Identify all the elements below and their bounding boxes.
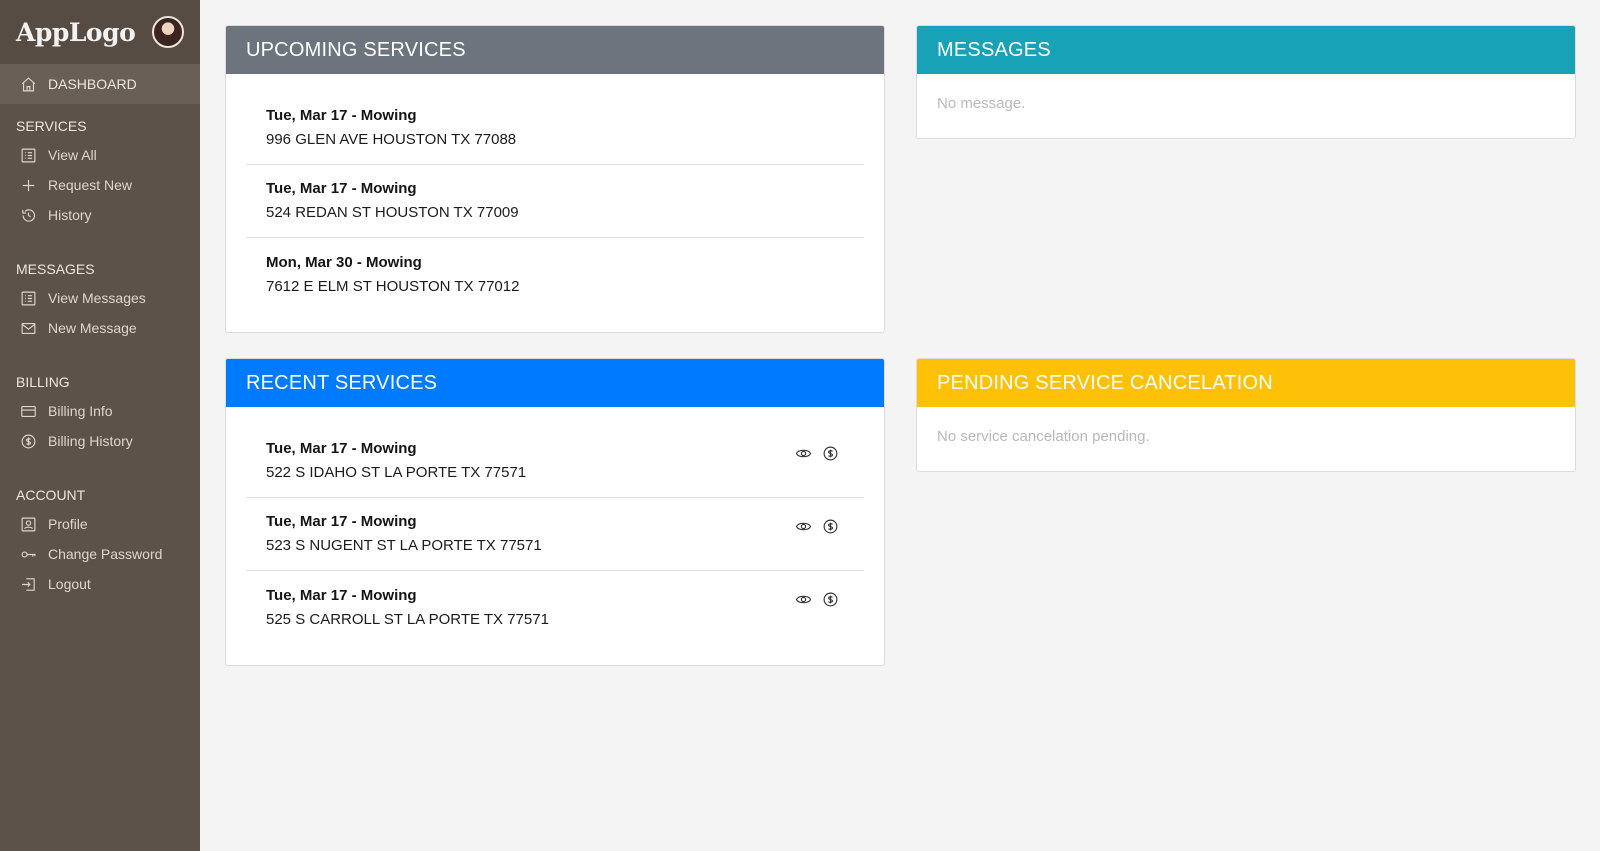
sidebar-item-dashboard[interactable]: DASHBOARD [0,64,200,104]
sidebar-brand: AppLogo [0,0,200,64]
sidebar-item-label: Billing History [48,433,133,449]
sidebar-section-services: SERVICES [16,118,87,134]
profile-icon [20,516,37,533]
list-item: Tue, Mar 17 - Mowing 525 S CARROLL ST LA… [246,571,864,644]
list-item[interactable]: Tue, Mar 17 - Mowing 996 GLEN AVE HOUSTO… [246,92,864,165]
sidebar-item-billing-info[interactable]: Billing Info [0,396,200,426]
history-icon [20,207,37,224]
sidebar-item-request-new[interactable]: Request New [0,170,200,200]
messages-empty-text: No message. [937,95,1026,112]
service-title: Tue, Mar 17 - Mowing [266,180,417,197]
service-address: 523 S NUGENT ST LA PORTE TX 77571 [266,537,542,554]
list-icon [20,290,37,307]
card-title: RECENT SERVICES [246,371,438,394]
recent-services-list: Tue, Mar 17 - Mowing 522 S IDAHO ST LA P… [226,407,884,644]
eye-icon[interactable] [795,591,812,608]
service-title: Mon, Mar 30 - Mowing [266,253,422,271]
home-icon [20,76,37,93]
service-title: Tue, Mar 17 - Mowing [266,513,417,530]
list-item: Tue, Mar 17 - Mowing 523 S NUGENT ST LA … [246,498,864,571]
sidebar-item-label: Profile [48,516,88,532]
sidebar-item-label: New Message [48,320,137,336]
service-title: Tue, Mar 17 - Mowing [266,107,417,124]
card-header: MESSAGES [917,26,1575,74]
card-title: PENDING SERVICE CANCELATION [937,371,1273,394]
eye-icon[interactable] [795,518,812,535]
sidebar-item-label: Change Password [48,546,163,562]
service-title: Tue, Mar 17 - Mowing [266,586,417,604]
sidebar-item-logout[interactable]: Logout [0,569,200,599]
service-address: 525 S CARROLL ST LA PORTE TX 77571 [266,610,549,628]
sidebar-section-account: ACCOUNT [16,487,86,503]
sidebar-item-label: History [48,207,92,223]
eye-icon[interactable] [795,445,812,462]
sidebar-item-history[interactable]: History [0,200,200,230]
envelope-icon [20,320,37,337]
sidebar-item-profile[interactable]: Profile [0,509,200,539]
app-logo[interactable]: AppLogo [16,18,136,47]
service-title: Tue, Mar 17 - Mowing [266,440,417,457]
dollar-circle-icon [20,433,37,450]
sidebar-item-label: View All [48,147,97,163]
service-address: 996 GLEN AVE HOUSTON TX 77088 [266,131,517,148]
sidebar-item-view-all[interactable]: View All [0,140,200,170]
sidebar-item-view-messages[interactable]: View Messages [0,283,200,313]
list-item[interactable]: Tue, Mar 17 - Mowing 524 REDAN ST HOUSTO… [246,165,864,238]
service-address: 524 REDAN ST HOUSTON TX 77009 [266,204,519,221]
pending-cancelation-card: PENDING SERVICE CANCELATION No service c… [916,358,1576,472]
plus-icon [20,177,37,194]
cancelation-empty-text: No service cancelation pending. [937,428,1150,445]
dollar-circle-icon[interactable] [822,591,839,608]
recent-services-card: RECENT SERVICES Tue, Mar 17 - Mowing 522… [225,358,885,666]
card-header: UPCOMING SERVICES [226,26,884,74]
upcoming-services-card: UPCOMING SERVICES Tue, Mar 17 - Mowing 9… [225,25,885,333]
sidebar-item-label: Billing Info [48,403,113,419]
credit-card-icon [20,403,37,420]
list-icon [20,147,37,164]
dollar-circle-icon[interactable] [822,445,839,462]
sidebar-item-new-message[interactable]: New Message [0,313,200,343]
logout-icon [20,576,37,593]
messages-card: MESSAGES No message. [916,25,1576,139]
sidebar: AppLogo DASHBOARD SERVICES View All Requ… [0,0,200,851]
sidebar-item-label: Logout [48,576,91,592]
sidebar-item-label: View Messages [48,290,146,306]
sidebar-section-billing: BILLING [16,374,70,390]
key-icon [20,546,37,563]
card-title: UPCOMING SERVICES [246,38,466,61]
upcoming-services-list: Tue, Mar 17 - Mowing 996 GLEN AVE HOUSTO… [226,74,884,311]
sidebar-item-label: DASHBOARD [48,76,137,92]
card-header: PENDING SERVICE CANCELATION [917,359,1575,407]
card-title: MESSAGES [937,38,1051,61]
avatar[interactable] [152,16,184,48]
list-item: Tue, Mar 17 - Mowing 522 S IDAHO ST LA P… [246,425,864,498]
card-header: RECENT SERVICES [226,359,884,407]
list-item[interactable]: Mon, Mar 30 - Mowing 7612 E ELM ST HOUST… [246,238,864,311]
sidebar-item-billing-history[interactable]: Billing History [0,426,200,456]
sidebar-section-messages: MESSAGES [16,261,95,277]
service-address: 7612 E ELM ST HOUSTON TX 77012 [266,277,520,295]
service-address: 522 S IDAHO ST LA PORTE TX 77571 [266,464,527,481]
dollar-circle-icon[interactable] [822,518,839,535]
sidebar-item-label: Request New [48,177,133,193]
sidebar-item-change-password[interactable]: Change Password [0,539,200,569]
